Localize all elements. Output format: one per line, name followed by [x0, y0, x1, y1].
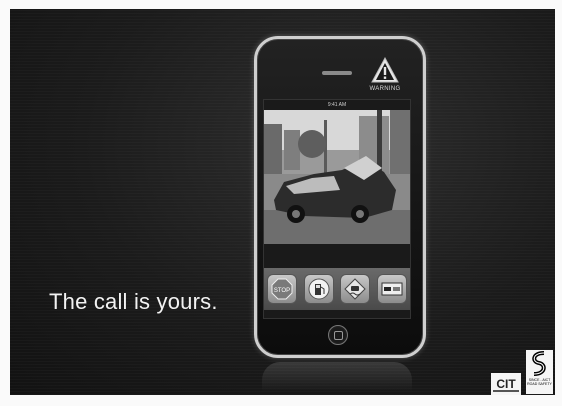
phone-reflection	[262, 362, 412, 392]
phone-screen: 9:41 AM STOP	[263, 99, 411, 319]
crashed-car-photo	[264, 110, 410, 244]
road-safety-logo: SINCE - AICT ROAD SAFETY	[526, 350, 553, 394]
no-overtaking-icon[interactable]	[376, 274, 407, 304]
status-time: 9:41 AM	[327, 102, 347, 108]
home-button[interactable]	[328, 325, 348, 345]
cit-logo: CIT	[491, 373, 521, 395]
stop-sign-icon[interactable]: STOP	[267, 274, 298, 304]
gas-pump-icon[interactable]	[303, 274, 334, 304]
road-safety-emblem-icon	[532, 351, 546, 376]
warning-triangle-icon	[371, 57, 399, 83]
app-dock: STOP	[264, 268, 410, 310]
stop-sign-label: STOP	[274, 288, 290, 294]
slippery-road-icon[interactable]	[340, 274, 371, 304]
warning-label: WARNING	[369, 86, 401, 92]
smartphone: WARNING 9:41 AM STOP	[254, 36, 426, 358]
earpiece-speaker	[322, 71, 352, 75]
tagline: The call is yours.	[49, 289, 218, 314]
svg-text:CIT: CIT	[496, 377, 516, 391]
road-safety-text: SINCE - AICT ROAD SAFETY	[527, 378, 552, 386]
